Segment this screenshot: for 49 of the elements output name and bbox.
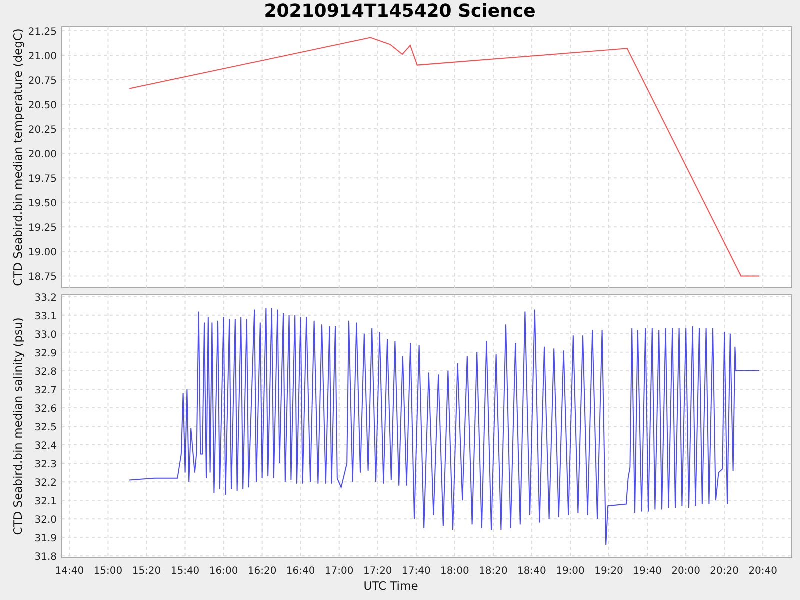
tick-label: 20.75 (28, 76, 57, 87)
tick-label: 31.8 (34, 552, 57, 564)
tick-label: 32.7 (34, 385, 57, 396)
tick-label: 19.50 (28, 198, 57, 210)
tick-label: 21.25 (28, 26, 57, 38)
tick-label: 32.3 (34, 460, 57, 471)
tick-label: 19.25 (28, 223, 57, 234)
tick-label: 18:20 (479, 566, 508, 577)
tick-label: 32.6 (34, 404, 57, 415)
tick-label: 20:00 (672, 566, 700, 577)
tick-label: 21.00 (28, 51, 57, 62)
tick-label: 32.1 (34, 496, 57, 508)
tick-label: 32.8 (34, 366, 57, 378)
tick-label: 19:00 (556, 566, 585, 577)
axis-label: CTD Seabird.bin median salinity (psu) (11, 318, 25, 536)
tick-label: 31.9 (34, 534, 57, 545)
tick-label: 17:20 (363, 566, 392, 577)
tick-label: 20.50 (28, 100, 57, 112)
tick-label: 18:00 (440, 566, 470, 577)
tick-label: 33.0 (34, 330, 57, 341)
tick-label: 32.2 (34, 478, 57, 490)
tick-label: 20:40 (748, 566, 778, 577)
tick-label: 19.75 (28, 174, 57, 186)
tick-label: 32.0 (34, 515, 57, 526)
tick-label: 17:00 (324, 566, 354, 577)
chart-title: 20210914T145420 Science (263, 0, 537, 24)
tick-label: 19.00 (28, 248, 57, 259)
tick-label: 18:40 (518, 566, 546, 577)
tick-label: 17:40 (402, 566, 431, 577)
tick-label: 16:20 (248, 566, 277, 577)
axis-label: UTC Time (364, 579, 418, 593)
tick-label: 15:40 (170, 566, 200, 577)
tick-label: 20.00 (28, 150, 57, 161)
tick-label: 32.4 (34, 441, 57, 452)
tick-label: 16:00 (209, 566, 238, 577)
tick-label: 32.5 (34, 422, 57, 434)
tick-label: 33.2 (34, 292, 57, 304)
tick-label: 14:40 (55, 566, 84, 577)
tick-label: 20:20 (710, 566, 739, 577)
tick-label: 18.75 (28, 272, 57, 284)
tick-label: 32.9 (34, 348, 57, 360)
tick-label: 19:40 (633, 566, 662, 577)
tick-label: 33.1 (34, 311, 57, 322)
tick-label: 15:20 (132, 566, 162, 577)
tick-label: 15:00 (94, 566, 123, 577)
tick-label: 16:40 (286, 566, 316, 577)
tick-label: 19:20 (594, 566, 624, 577)
tick-label: 20.25 (28, 125, 57, 136)
axis-label: CTD Seabird.bin median temperature (degC) (11, 28, 25, 286)
